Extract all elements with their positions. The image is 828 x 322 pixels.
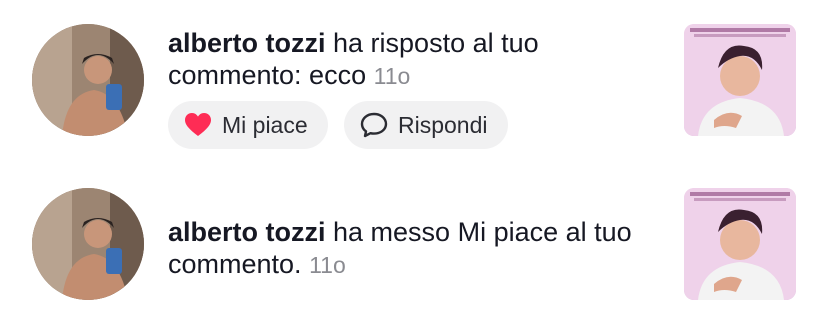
video-thumbnail[interactable] [684,188,796,300]
notification-like[interactable]: alberto tozzi ha messo Mi piace al tuo c… [0,160,828,322]
notification-text: alberto tozzi ha risposto al tuo comment… [168,27,638,92]
thumbnail-photo-icon [684,188,796,300]
user-avatar[interactable] [32,188,144,300]
username[interactable]: alberto tozzi [168,217,326,247]
thumbnail-photo-icon [684,24,796,136]
video-thumbnail[interactable] [684,24,796,136]
avatar-photo-icon [32,188,144,300]
username[interactable]: alberto tozzi [168,28,326,58]
speech-bubble-icon [360,112,388,138]
heart-icon [185,113,211,136]
notification-reply[interactable]: alberto tozzi ha risposto al tuo comment… [0,0,828,160]
timestamp: 11o [373,63,411,89]
reply-button[interactable]: Rispondi [344,101,508,149]
like-label: Mi piace [222,111,308,138]
user-avatar[interactable] [32,24,144,136]
timestamp: 11o [309,252,346,278]
notification-text: alberto tozzi ha messo Mi piace al tuo c… [168,216,638,281]
like-button[interactable]: Mi piace [168,101,328,149]
avatar-photo-icon [32,24,144,136]
reply-label: Rispondi [398,111,488,138]
